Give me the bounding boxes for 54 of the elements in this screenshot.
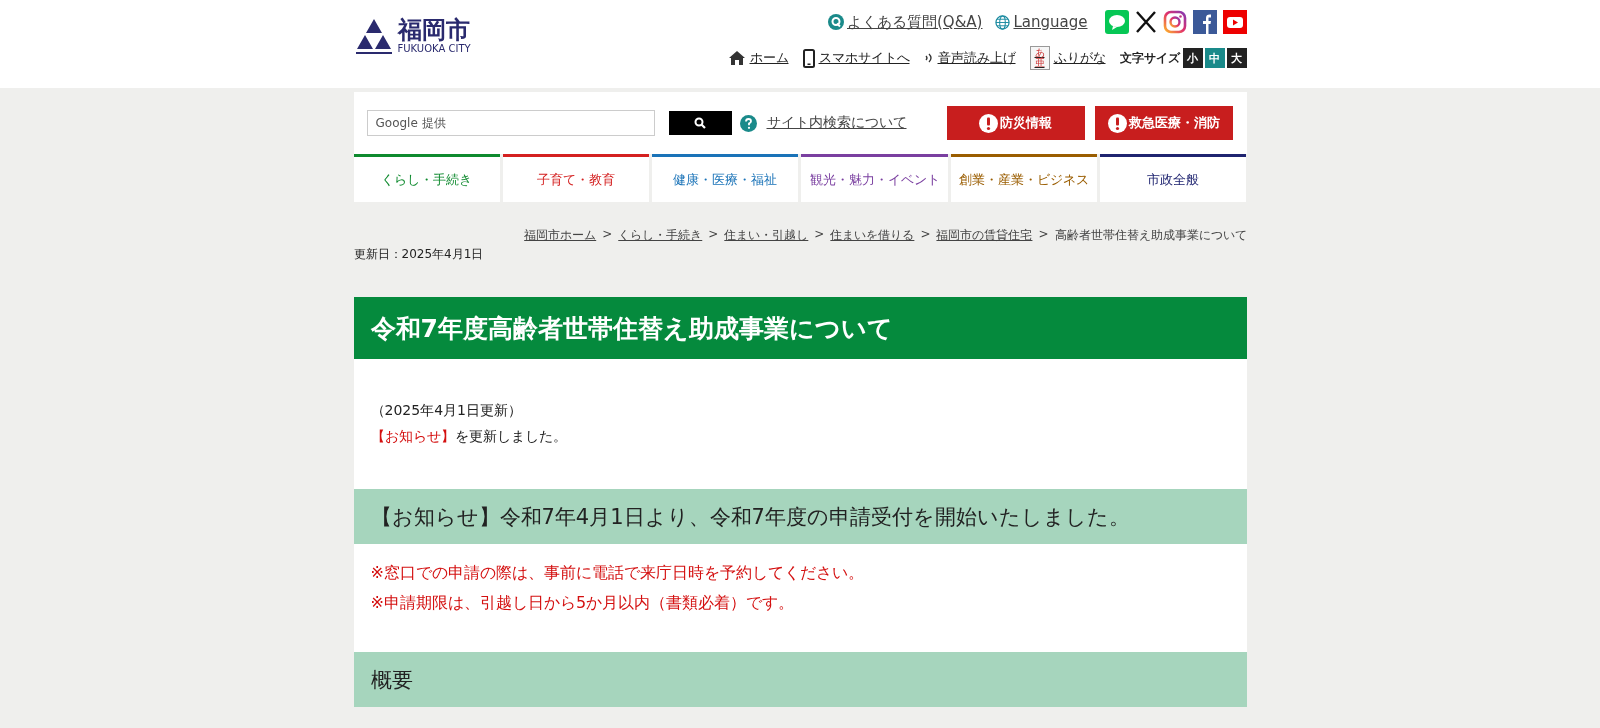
warning-note: ※窓口での申請の際は、事前に電話で来庁日時を予約してください。 xyxy=(370,562,865,584)
breadcrumb-link[interactable]: 福岡市の賃貸住宅 xyxy=(936,227,1033,244)
section-heading: 【お知らせ】令和7年4月1日より、令和7年度の申請受付を開始いたしました。 xyxy=(353,489,1247,544)
alert-icon xyxy=(979,113,998,133)
globe-icon xyxy=(995,14,1011,30)
breadcrumb-separator: > xyxy=(602,227,613,243)
furigana-icon: あ亜 xyxy=(1029,46,1050,70)
breadcrumb-separator: > xyxy=(814,227,825,243)
breadcrumb-link[interactable]: 福岡市ホーム xyxy=(524,227,597,244)
font-size-button[interactable]: 中 xyxy=(1204,48,1225,68)
search-field[interactable]: Google 提供 xyxy=(366,110,655,136)
alert-icon xyxy=(1107,113,1127,133)
emergency-button[interactable]: 防災情報 xyxy=(946,106,1085,140)
smartphone-icon xyxy=(802,48,815,68)
logo-title: 福岡市 xyxy=(397,17,471,43)
nav-tab[interactable]: 観光・魅力・イベント xyxy=(801,154,948,202)
font-size-button[interactable]: 小 xyxy=(1182,48,1203,68)
breadcrumb-link[interactable]: 住まいを借りる xyxy=(830,227,915,244)
logo-subtitle: FUKUOKA CITY xyxy=(397,43,471,55)
font-size-label: 文字サイズ xyxy=(1119,49,1180,67)
sound-wave-icon xyxy=(923,51,934,65)
breadcrumb-link[interactable]: くらし・手続き xyxy=(618,227,703,244)
nav-tab[interactable]: 健康・医療・福祉 xyxy=(652,154,799,202)
notice-sentence: 【お知らせ】を更新しました。 xyxy=(370,427,568,446)
nav-tab[interactable]: 市政全般 xyxy=(1100,154,1247,202)
breadcrumb-separator: > xyxy=(1038,227,1049,243)
nav-tab[interactable]: くらし・手続き xyxy=(353,154,500,202)
updated-date: 更新日：2025年4月1日 xyxy=(353,246,485,263)
breadcrumb-separator: > xyxy=(920,227,931,243)
nav-tab[interactable]: 子育て・教育 xyxy=(502,154,650,202)
emergency-button[interactable]: 救急医療・消防 xyxy=(1094,106,1233,140)
header-link[interactable]: よくある質問(Q&A) xyxy=(847,12,983,32)
header-link[interactable]: Language xyxy=(1013,13,1088,31)
section-heading: 概要 xyxy=(353,652,1247,707)
search-help-link[interactable]: サイト内検索について xyxy=(766,114,907,132)
play-icon[interactable] xyxy=(1222,10,1247,34)
camera-icon[interactable] xyxy=(1162,10,1187,34)
search-button[interactable] xyxy=(668,111,732,135)
breadcrumb-current: 高齢者世帯住替え助成事業について xyxy=(1054,227,1247,244)
font-size-button[interactable]: 大 xyxy=(1226,48,1247,68)
warning-note: ※申請期限は、引越し日から5か月以内（書類必着）です。 xyxy=(370,592,796,614)
utility-link[interactable]: ホーム xyxy=(727,49,789,67)
logo-mark-icon xyxy=(353,17,394,55)
breadcrumb-link[interactable]: 住まい・引越し xyxy=(724,227,809,244)
x-logo-icon[interactable] xyxy=(1134,10,1157,34)
house-icon xyxy=(727,50,746,66)
search-icon xyxy=(694,117,706,129)
f-logo-icon[interactable] xyxy=(1192,10,1217,34)
update-note: （2025年4月1日更新） xyxy=(370,401,523,420)
nav-tab[interactable]: 創業・産業・ビジネス xyxy=(950,154,1098,202)
question-icon xyxy=(828,14,844,30)
breadcrumb-separator: > xyxy=(708,227,719,243)
page-title: 令和7年度高齢者世帯住替え助成事業について xyxy=(353,297,1247,359)
help-icon xyxy=(739,114,757,132)
